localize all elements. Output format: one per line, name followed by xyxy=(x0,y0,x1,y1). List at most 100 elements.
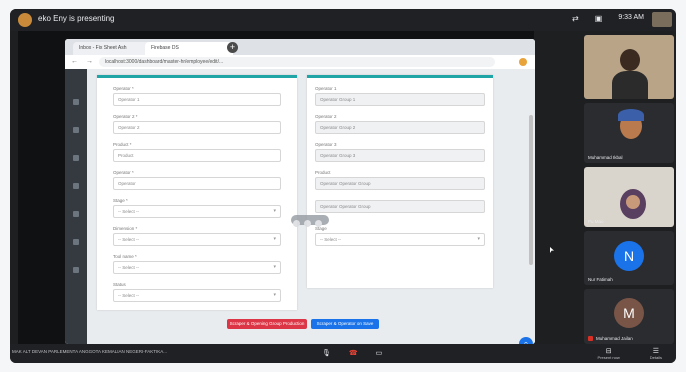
field-label: Status xyxy=(113,282,126,287)
text-input[interactable]: Product xyxy=(113,149,281,162)
participant-face xyxy=(626,195,640,209)
participant-tile[interactable]: Muhammad Ikbal xyxy=(584,103,674,163)
text-input[interactable]: Operator xyxy=(113,177,281,190)
participant-avatar: N xyxy=(614,241,644,271)
select-value: -- Select -- xyxy=(118,293,140,298)
meet-window: eko Eny is presenting ⇄ ▣ 9:33 AM Inbox … xyxy=(10,9,676,363)
form-field: Stage * -- Select -- ▾ xyxy=(113,198,281,218)
readonly-field[interactable]: Operator Operator Group xyxy=(315,200,485,213)
text-input[interactable]: Operator 1 xyxy=(113,93,281,106)
readonly-field[interactable]: Operator Group 1 xyxy=(315,93,485,106)
browser-tab-strip: Inbox - Fix Sheet Ash Firebase DS + xyxy=(65,39,535,55)
chevron-down-icon: ▾ xyxy=(273,236,276,242)
microphone-icon[interactable]: 🎙 xyxy=(322,349,331,357)
form-field: Operator 2 * Operator 2 xyxy=(113,114,281,134)
readonly-field[interactable]: Operator Group 2 xyxy=(315,121,485,134)
sidebar-item-icon[interactable] xyxy=(73,99,79,105)
select-dropdown[interactable]: -- Select -- ▾ xyxy=(113,289,281,302)
present-icon: ⊟ xyxy=(605,348,612,355)
meet-bottom-bar: MAK ALT DEVAN PARLEMENTA ANGGOTA KEMALIA… xyxy=(10,344,676,363)
screen-share-control-pill[interactable] xyxy=(291,215,329,227)
camera-icon[interactable]: ▭ xyxy=(376,349,383,357)
browser-tab-1[interactable]: Inbox - Fix Sheet Ash xyxy=(73,42,153,55)
participant-name: Pu Mao xyxy=(588,219,604,224)
select-dropdown[interactable]: -- Select -- ▾ xyxy=(113,261,281,274)
field-label: Product * xyxy=(113,142,132,147)
form-field: Product Operator Operator Group xyxy=(315,170,485,190)
right-controls: ⊟ Present now ☰ Details xyxy=(598,347,662,360)
details-button[interactable]: ☰ Details xyxy=(650,347,662,360)
participant-name: Muhammad Ikbal xyxy=(588,155,623,160)
form-field: Tool name * -- Select -- ▾ xyxy=(113,254,281,274)
field-label: Product xyxy=(315,170,331,175)
search-icon[interactable]: ⌕ xyxy=(519,337,533,344)
form-field: Operator 2 Operator Group 2 xyxy=(315,114,485,134)
danger-action-button[interactable]: Scraper & Opening Group Production xyxy=(227,319,307,329)
sidebar-item-icon[interactable] xyxy=(73,183,79,189)
end-call-icon[interactable]: ☎ xyxy=(349,349,358,357)
self-view-thumbnail[interactable] xyxy=(652,12,672,27)
participant-body xyxy=(612,71,648,99)
participant-tile[interactable] xyxy=(584,35,674,99)
sidebar-item-icon[interactable] xyxy=(73,127,79,133)
details-label: Details xyxy=(649,355,662,360)
select-dropdown[interactable]: -- Select -- ▾ xyxy=(113,205,281,218)
sidebar-item-icon[interactable] xyxy=(73,239,79,245)
select-value: -- Select -- xyxy=(118,209,140,214)
chevron-down-icon: ▾ xyxy=(273,208,276,214)
participant-tile[interactable]: M Muhammad Jailan xyxy=(584,289,674,344)
call-controls: 🎙 ☎ ▭ xyxy=(322,349,382,357)
participant-video xyxy=(620,49,640,71)
field-label: Operator 2 xyxy=(315,114,337,119)
form-card-left: Operator * Operator 1 Operator 2 * Opera… xyxy=(97,75,297,310)
readonly-field[interactable]: Operator Group 3 xyxy=(315,149,485,162)
layout-icon[interactable]: ⇄ xyxy=(572,14,579,23)
browser-tab-2[interactable]: Firebase DS xyxy=(145,42,233,55)
field-label: Stage xyxy=(315,226,327,231)
present-now-button[interactable]: ⊟ Present now xyxy=(598,347,620,360)
form-card-right: Operator 1 Operator Group 1 Operator 2 O… xyxy=(307,75,493,288)
form-field: Status -- Select -- ▾ xyxy=(113,282,281,302)
shared-screen: Inbox - Fix Sheet Ash Firebase DS + ← → … xyxy=(18,31,535,344)
text-input[interactable]: Operator 2 xyxy=(113,121,281,134)
form-field: Stage -- Select -- ▾ xyxy=(315,226,485,246)
field-label: Tool name * xyxy=(113,254,137,259)
shared-browser-window: Inbox - Fix Sheet Ash Firebase DS + ← → … xyxy=(65,39,535,344)
readonly-field[interactable]: Operator Operator Group xyxy=(315,177,485,190)
participant-hat xyxy=(618,109,644,121)
field-label: Dimension * xyxy=(113,226,138,231)
new-tab-button[interactable]: + xyxy=(227,42,238,53)
present-label: Present now xyxy=(597,355,620,360)
select-value: -- Select -- xyxy=(118,265,140,270)
browser-address-bar: ← → ⟳ localhost:3000/dashboard/master-hr… xyxy=(65,55,535,70)
sidebar-item-icon[interactable] xyxy=(73,155,79,161)
recording-icon xyxy=(588,336,593,341)
form-field: Product * Product xyxy=(113,142,281,162)
field-label: Stage * xyxy=(113,198,128,203)
participant-tile[interactable]: Pu Mao xyxy=(584,167,674,227)
participant-name: Nur Fatimah xyxy=(588,277,613,282)
participant-avatar: M xyxy=(614,298,644,328)
form-field: Operator * Operator 1 xyxy=(113,86,281,106)
sidebar-item-icon[interactable] xyxy=(73,211,79,217)
sidebar-item-icon[interactable] xyxy=(73,267,79,273)
meeting-details-text: MAK ALT DEVAN PARLEMENTA ANGGOTA KEMALIA… xyxy=(12,349,168,354)
form-field: Operator Operator Group xyxy=(315,198,485,213)
page-scrollbar[interactable] xyxy=(529,115,533,265)
participant-tile[interactable]: N Nur Fatimah xyxy=(584,231,674,285)
url-field[interactable]: localhost:3000/dashboard/master-hr/emplo… xyxy=(99,57,495,67)
select-value: -- Select -- xyxy=(118,237,140,242)
select-dropdown[interactable]: -- Select -- ▾ xyxy=(315,233,485,246)
presenter-label: eko Eny is presenting xyxy=(38,14,115,23)
primary-action-button[interactable]: Scraper & Operator on Save xyxy=(311,319,379,329)
chevron-down-icon: ▾ xyxy=(273,264,276,270)
field-label: Operator 1 xyxy=(315,86,337,91)
extension-icon[interactable] xyxy=(519,58,527,66)
app-sidebar xyxy=(65,69,87,344)
participant-name: Muhammad Jailan xyxy=(596,336,633,341)
pin-icon[interactable]: ▣ xyxy=(595,14,603,23)
form-field: Dimension * -- Select -- ▾ xyxy=(113,226,281,246)
select-dropdown[interactable]: -- Select -- ▾ xyxy=(113,233,281,246)
chevron-down-icon: ▾ xyxy=(273,292,276,298)
select-value: -- Select -- xyxy=(320,237,342,242)
